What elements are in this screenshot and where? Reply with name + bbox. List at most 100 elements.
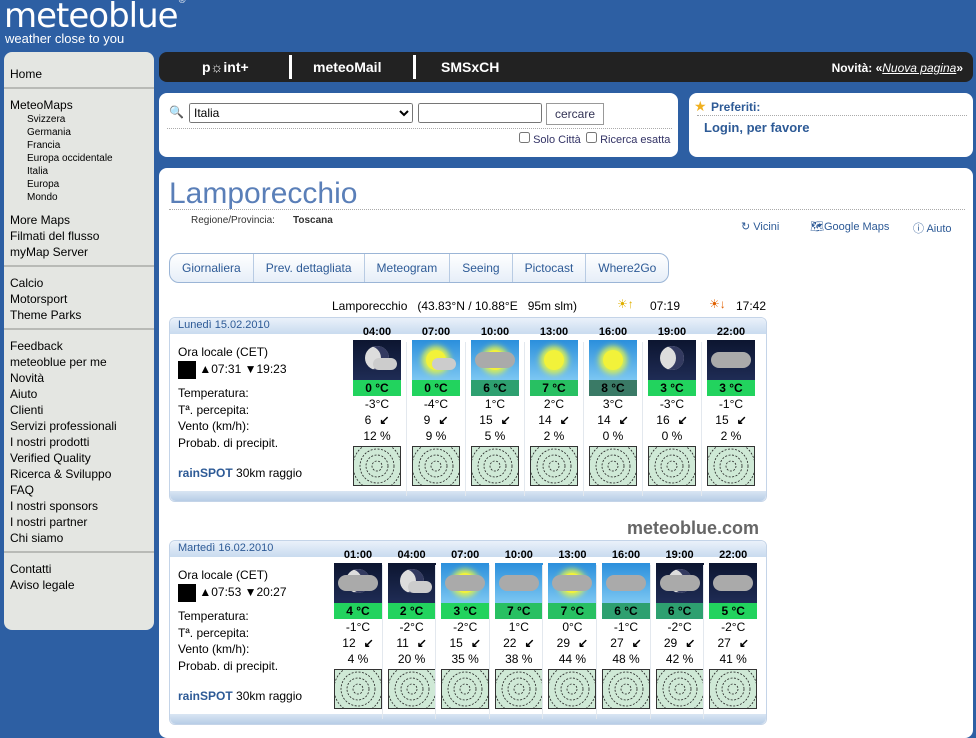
temperature: 0 °C bbox=[412, 380, 460, 396]
rainspot-radar[interactable] bbox=[411, 441, 461, 491]
sidebar-item[interactable]: More Maps bbox=[10, 213, 70, 227]
forecast-column: 16:00 6 °C -1°C 27 ↙ 48 % bbox=[600, 549, 652, 714]
wind: 29 ↙ bbox=[546, 635, 598, 651]
sidebar-item[interactable]: Europa bbox=[27, 179, 59, 190]
sidebar-divider bbox=[4, 328, 154, 330]
sidebar-item[interactable]: Italia bbox=[27, 166, 48, 177]
felt-temperature: -4°C bbox=[423, 397, 449, 411]
search-input[interactable] bbox=[418, 103, 542, 123]
moonset: 20:27 bbox=[256, 585, 287, 600]
sidebar-item[interactable]: Verified Quality bbox=[10, 451, 91, 465]
nav-smsxch[interactable]: SMSxCH bbox=[441, 59, 499, 75]
sidebar-item[interactable]: Servizi professionali bbox=[10, 419, 117, 433]
temperature: 3 °C bbox=[707, 380, 755, 396]
page-title: Lamporecchio bbox=[169, 177, 358, 210]
sidebar-item[interactable]: Theme Parks bbox=[10, 308, 81, 322]
sidebar-item[interactable]: Svizzera bbox=[27, 114, 65, 125]
wind: 14 ↙ bbox=[528, 412, 580, 428]
sidebar-item[interactable]: Mondo bbox=[27, 192, 58, 203]
sidebar-item[interactable]: Filmati del flusso bbox=[10, 229, 99, 243]
rainspot-radar[interactable] bbox=[494, 664, 544, 714]
sidebar-item[interactable]: I nostri sponsors bbox=[10, 499, 98, 513]
felt-temperature: 0°C bbox=[562, 620, 583, 634]
night-cloudy-icon bbox=[707, 340, 755, 380]
sidebar-item[interactable]: Chi siamo bbox=[10, 531, 63, 545]
wind-speed: 9 bbox=[423, 413, 431, 427]
wind-direction-icon: ↙ bbox=[438, 413, 449, 427]
felt-temperature: -1°C bbox=[345, 620, 371, 634]
wind-speed: 15 bbox=[479, 413, 493, 427]
wind-direction-icon: ↙ bbox=[738, 636, 749, 650]
rainspot-radar[interactable] bbox=[655, 664, 704, 714]
tab[interactable]: Where2Go bbox=[586, 254, 668, 282]
column-divider bbox=[703, 565, 705, 719]
sidebar-item[interactable]: Novità bbox=[10, 371, 44, 385]
rainspot-radar[interactable] bbox=[708, 664, 758, 714]
felt-temperature: -3°C bbox=[364, 397, 390, 411]
rainspot-radar[interactable] bbox=[601, 664, 651, 714]
rainspot-radar[interactable] bbox=[440, 664, 490, 714]
sidebar-item[interactable]: Ricerca & Sviluppo bbox=[10, 467, 111, 481]
rainspot-radar[interactable] bbox=[588, 441, 638, 491]
sidebar-item[interactable]: Europa occidentale bbox=[27, 153, 113, 164]
wind: 15 ↙ bbox=[469, 412, 521, 428]
google-maps-button[interactable]: 🗺Google Maps bbox=[810, 220, 889, 233]
nav-point-plus[interactable]: p☼int+ bbox=[202, 59, 249, 75]
forecast-time: 04:00 bbox=[397, 549, 426, 561]
rainspot-radar[interactable] bbox=[647, 441, 697, 491]
wind-speed: 14 bbox=[538, 413, 552, 427]
sidebar-item[interactable]: MeteoMaps bbox=[10, 98, 73, 112]
new-page-link[interactable]: Nuova pagina bbox=[882, 61, 956, 75]
cloud bbox=[552, 575, 593, 591]
sidebar-item[interactable]: Clienti bbox=[10, 403, 43, 417]
tab[interactable]: Giornaliera bbox=[170, 254, 254, 282]
sidebar-item[interactable]: Aviso legale bbox=[10, 578, 75, 592]
rainspot-radar[interactable] bbox=[470, 441, 520, 491]
sidebar-item[interactable]: Motorsport bbox=[10, 292, 67, 306]
rainspot-radar[interactable] bbox=[529, 441, 579, 491]
search-button[interactable]: cercare bbox=[546, 103, 604, 125]
tab[interactable]: Prev. dettagliata bbox=[254, 254, 365, 282]
temperature: 8 °C bbox=[589, 380, 637, 396]
vicini-button[interactable]: ↻ Vicini bbox=[741, 220, 779, 233]
felt-temperature: -2°C bbox=[667, 620, 692, 634]
star-icon: ★ bbox=[694, 98, 707, 114]
rainspot-radar[interactable] bbox=[352, 441, 402, 491]
column-divider bbox=[701, 342, 702, 496]
sidebar-nav: Home MeteoMaps Svizzera Germania Francia Euro… bbox=[4, 52, 154, 630]
nav-meteomail[interactable]: meteoMail bbox=[313, 59, 381, 75]
sidebar-item[interactable]: Aiuto bbox=[10, 387, 37, 401]
rainspot-radar[interactable] bbox=[547, 664, 597, 714]
sidebar-item[interactable]: Francia bbox=[27, 140, 60, 151]
cloud bbox=[711, 352, 751, 368]
sidebar-item[interactable]: Calcio bbox=[10, 276, 43, 290]
rainspot-radar[interactable] bbox=[333, 664, 383, 714]
tab[interactable]: Meteogram bbox=[365, 254, 451, 282]
aiuto-button[interactable]: ⓘ Aiuto bbox=[913, 220, 952, 236]
sidebar-item[interactable]: myMap Server bbox=[10, 245, 88, 259]
sidebar-item[interactable]: meteoblue per me bbox=[10, 355, 107, 369]
sidebar-item[interactable]: Germania bbox=[27, 127, 71, 138]
rainspot-radar[interactable] bbox=[387, 664, 436, 714]
sidebar-item[interactable]: FAQ bbox=[10, 483, 34, 497]
sidebar-item[interactable]: Contatti bbox=[10, 562, 51, 576]
sunrise-icon: ☀↑ bbox=[617, 297, 634, 311]
tab[interactable]: Pictocast bbox=[513, 254, 587, 282]
solo-citta-checkbox[interactable]: Solo Città bbox=[519, 132, 581, 146]
temperature: 2 °C bbox=[387, 603, 436, 619]
local-time-label: Ora locale (CET) bbox=[178, 345, 269, 359]
rainspot-radar[interactable] bbox=[706, 441, 756, 491]
precip-probability: 2 % bbox=[720, 429, 742, 443]
forecast-column: 01:00 4 °C -1°C 12 ↙ 4 % bbox=[332, 549, 384, 714]
temperature: 0 °C bbox=[353, 380, 401, 396]
sidebar-item[interactable]: Home bbox=[10, 67, 42, 81]
sidebar-item[interactable]: I nostri partner bbox=[10, 515, 87, 529]
preferiti-panel: ★ Preferiti: Login, per favore bbox=[689, 93, 973, 157]
login-link[interactable]: Login, per favore bbox=[704, 120, 809, 135]
ricerca-esatta-checkbox[interactable]: Ricerca esatta bbox=[586, 132, 670, 146]
sidebar-item[interactable]: Feedback bbox=[10, 339, 63, 353]
country-select[interactable]: Italia bbox=[189, 103, 413, 123]
sidebar-item[interactable]: I nostri prodotti bbox=[10, 435, 89, 449]
tab[interactable]: Seeing bbox=[450, 254, 513, 282]
precip-probability: 0 % bbox=[602, 429, 624, 443]
